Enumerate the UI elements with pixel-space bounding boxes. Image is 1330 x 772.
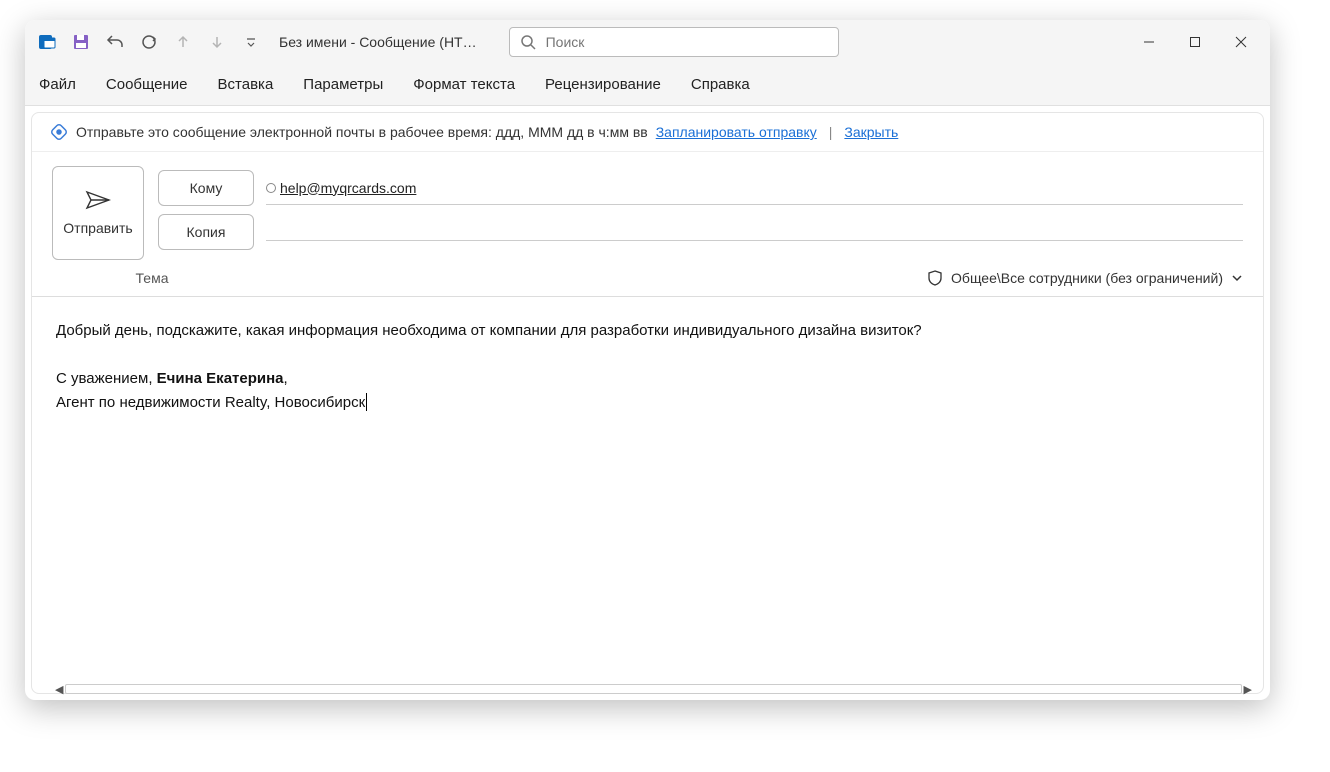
nav-down-icon[interactable] xyxy=(201,26,233,58)
sensitivity-label: Общее\Все сотрудники (без ограничений) xyxy=(951,270,1223,286)
to-input[interactable]: help@myqrcards.com xyxy=(266,172,1243,205)
titlebar: Без имени - Сообщение (HT… xyxy=(25,20,1270,64)
to-button[interactable]: Кому xyxy=(158,170,254,206)
maximize-button[interactable] xyxy=(1172,22,1218,62)
to-recipient-chip[interactable]: help@myqrcards.com xyxy=(266,180,416,196)
ribbon-tabs: Файл Сообщение Вставка Параметры Формат … xyxy=(25,64,1270,106)
signature-name: Ечина Екатерина xyxy=(157,370,284,387)
presence-icon xyxy=(266,183,276,193)
subject-label: Тема xyxy=(52,270,252,286)
tab-options[interactable]: Параметры xyxy=(301,70,385,99)
infobar-separator: | xyxy=(829,124,833,140)
schedule-send-link[interactable]: Запланировать отправку xyxy=(656,124,817,140)
signature-line-1: С уважением, Ечина Екатерина, xyxy=(56,367,1239,391)
compose-header: Отправить Кому help@myqrcards.com Копия xyxy=(32,152,1263,260)
infobar-close-link[interactable]: Закрыть xyxy=(844,124,898,140)
tab-help[interactable]: Справка xyxy=(689,70,752,99)
tab-message[interactable]: Сообщение xyxy=(104,70,190,99)
undo-icon[interactable] xyxy=(99,26,131,58)
schedule-infobar: Отправьте это сообщение электронной почт… xyxy=(32,113,1263,152)
window-controls xyxy=(1126,22,1264,62)
subject-row: Тема Общее\Все сотрудники (без ограничен… xyxy=(32,260,1263,286)
qat-dropdown-icon[interactable] xyxy=(235,26,267,58)
tab-review[interactable]: Рецензирование xyxy=(543,70,663,99)
compose-window: Без имени - Сообщение (HT… Файл Сообщени xyxy=(25,20,1270,700)
search-icon xyxy=(520,34,536,50)
search-input[interactable] xyxy=(546,34,828,50)
send-label: Отправить xyxy=(63,220,132,236)
cc-input[interactable] xyxy=(266,224,1243,241)
tab-file[interactable]: Файл xyxy=(37,70,78,99)
chevron-down-icon xyxy=(1231,272,1243,284)
viva-insights-icon xyxy=(50,123,68,141)
text-cursor xyxy=(366,393,367,411)
body-line-1: Добрый день, подскажите, какая информаци… xyxy=(56,319,1239,343)
recipient-fields: Кому help@myqrcards.com Копия xyxy=(158,166,1243,260)
scroll-left-icon[interactable]: ◀ xyxy=(55,683,63,696)
cc-button[interactable]: Копия xyxy=(158,214,254,250)
nav-up-icon[interactable] xyxy=(167,26,199,58)
signature-line-2: Агент по недвижимости Realty, Новосибирс… xyxy=(56,391,1239,415)
tab-format[interactable]: Формат текста xyxy=(411,70,517,99)
save-icon[interactable] xyxy=(65,26,97,58)
cc-row: Копия xyxy=(158,210,1243,254)
search-box[interactable] xyxy=(509,27,839,57)
redo-icon[interactable] xyxy=(133,26,165,58)
to-recipient-text: help@myqrcards.com xyxy=(280,180,416,196)
to-row: Кому help@myqrcards.com xyxy=(158,166,1243,210)
sensitivity-picker[interactable]: Общее\Все сотрудники (без ограничений) xyxy=(927,270,1243,286)
infobar-text: Отправьте это сообщение электронной почт… xyxy=(76,124,648,140)
shield-icon xyxy=(927,270,943,286)
window-title: Без имени - Сообщение (HT… xyxy=(279,34,477,50)
scroll-track[interactable] xyxy=(65,684,1241,694)
tab-insert[interactable]: Вставка xyxy=(216,70,276,99)
horizontal-scrollbar[interactable]: ◀ ▶ xyxy=(55,682,1252,696)
close-button[interactable] xyxy=(1218,22,1264,62)
minimize-button[interactable] xyxy=(1126,22,1172,62)
content-area: Отправьте это сообщение электронной почт… xyxy=(31,112,1264,694)
app-icon xyxy=(31,26,63,58)
send-button[interactable]: Отправить xyxy=(52,166,144,260)
message-body[interactable]: Добрый день, подскажите, какая информаци… xyxy=(32,296,1263,693)
scroll-right-icon[interactable]: ▶ xyxy=(1244,683,1252,696)
send-icon xyxy=(85,190,111,210)
